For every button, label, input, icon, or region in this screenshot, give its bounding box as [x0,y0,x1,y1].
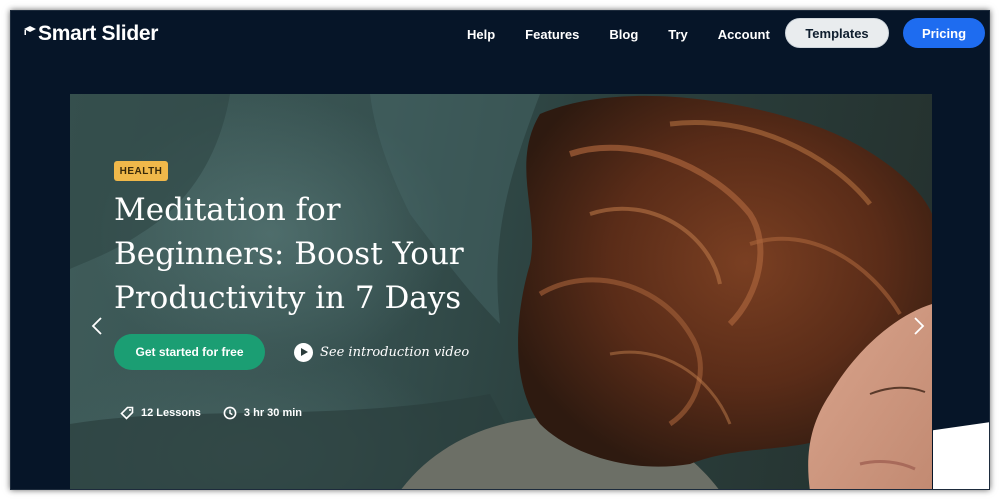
pricing-button[interactable]: Pricing [903,18,985,48]
course-meta: 12 Lessons 3 hr 30 min [120,405,324,421]
lessons-count: 12 Lessons [120,406,201,420]
templates-button[interactable]: Templates [785,18,889,48]
logo[interactable]: Smart Slider [23,20,158,48]
nav-link-blog[interactable]: Blog [609,27,638,42]
nav-link-account[interactable]: Account [718,27,770,42]
duration-label: 3 hr 30 min [243,407,302,419]
slider-prev-arrow[interactable] [88,314,108,338]
get-started-button[interactable]: Get started for free [114,334,265,370]
course-duration: 3 hr 30 min [223,406,302,420]
category-badge: HEALTH [114,161,168,181]
intro-video-link[interactable]: See introduction video [294,341,469,363]
lessons-label: 12 Lessons [141,407,201,419]
slider-next-arrow[interactable] [908,314,928,338]
chevron-right-icon [914,317,925,335]
page-frame: Smart Slider Help Features Blog Try Acco… [10,10,990,490]
chevron-left-icon [91,317,102,335]
logo-text: Smart Slider [38,22,159,45]
nav-link-try[interactable]: Try [668,27,688,42]
nav-link-help[interactable]: Help [467,27,495,42]
corner-shape [933,422,989,489]
hero-headline: Meditation for Beginners: Boost Your Pro… [114,192,464,316]
nav-link-features[interactable]: Features [525,27,579,42]
top-navigation: Smart Slider Help Features Blog Try Acco… [11,11,989,57]
clock-icon [223,406,237,420]
hero-slider: HEALTH Meditation for Beginners: Boost Y… [70,94,932,489]
play-icon [294,342,313,362]
tag-icon [120,406,134,420]
graduation-cap-icon [23,25,37,43]
video-link-label: See introduction video [320,344,470,360]
nav-links: Help Features Blog Try Account [467,11,800,57]
